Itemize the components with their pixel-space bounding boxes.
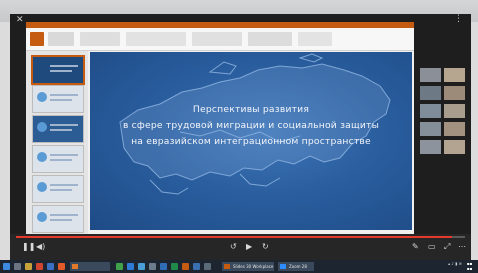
slide-title-line-2: в сфере трудовой миграции и социальной з… — [122, 120, 380, 131]
progress-fill — [16, 236, 452, 238]
participant-video[interactable] — [420, 140, 441, 154]
app-icon[interactable] — [193, 263, 200, 270]
windows-start-icon[interactable] — [3, 263, 10, 270]
slides-group[interactable] — [80, 32, 120, 46]
app-icon[interactable] — [127, 263, 134, 270]
participant-video[interactable] — [444, 122, 465, 136]
rewind-icon[interactable]: ↺ — [230, 243, 237, 251]
taskbar-window-label: Slides 30 Workplace — [233, 264, 274, 269]
screen: ✕ ⋮ Перспективы развития в сфере трудово… — [0, 0, 478, 273]
more-options-icon[interactable]: ⋮ — [454, 15, 463, 24]
app-icon[interactable] — [47, 263, 54, 270]
excel-icon[interactable] — [171, 263, 178, 270]
paste-icon[interactable] — [30, 32, 44, 46]
clock[interactable]: ▪▪ ▪▪ — [463, 261, 476, 271]
slide-thumbnail[interactable] — [32, 115, 84, 143]
taskbar-window-label: Zoom 28 — [289, 264, 307, 269]
app-icon[interactable] — [138, 263, 145, 270]
powerpoint-window: Перспективы развития в сфере трудовой ми… — [26, 22, 414, 234]
slide-thumbnail[interactable] — [31, 55, 85, 85]
forward-icon[interactable]: ↻ — [262, 243, 269, 251]
participant-video[interactable] — [420, 104, 441, 118]
drawing-group[interactable] — [248, 32, 292, 46]
participant-video[interactable] — [444, 140, 465, 154]
more-icon[interactable]: ⋯ — [458, 243, 466, 251]
slide-thumbnail[interactable] — [32, 205, 84, 233]
app-icon[interactable] — [36, 263, 43, 270]
app-icon[interactable] — [149, 263, 156, 270]
system-tray[interactable]: ▴ ♪ ▮ ≋ — [448, 262, 462, 266]
taskbar-window-powerpoint[interactable]: Slides 30 Workplace — [222, 262, 274, 271]
slide-thumbnail[interactable] — [32, 85, 84, 113]
participant-video[interactable] — [444, 86, 465, 100]
subtitles-icon[interactable]: ▭ — [428, 243, 436, 251]
close-icon[interactable]: ✕ — [16, 16, 24, 25]
slide-thumbnail[interactable] — [32, 175, 84, 203]
play-pause-icon[interactable]: ❚❚ — [22, 243, 35, 251]
slide-thumbnail[interactable] — [32, 145, 84, 173]
file-explorer-icon[interactable] — [25, 263, 32, 270]
chrome-icon[interactable] — [116, 263, 123, 270]
font-group[interactable] — [126, 32, 186, 46]
participant-video[interactable] — [444, 104, 465, 118]
app-icon[interactable] — [204, 263, 211, 270]
play-icon[interactable]: ▶ — [246, 243, 252, 251]
participant-video[interactable] — [444, 68, 465, 82]
paragraph-group[interactable] — [192, 32, 242, 46]
clipboard-group[interactable] — [48, 32, 74, 46]
participant-video[interactable] — [420, 86, 441, 100]
app-icon[interactable] — [58, 263, 65, 270]
editing-group[interactable] — [298, 32, 332, 46]
participant-video[interactable] — [420, 68, 441, 82]
player-controls-bar: ❚❚ ◀) ↺ ▶ ↻ ✎ ▭ ⤢ ⋯ — [10, 234, 471, 260]
powerpoint-icon[interactable] — [182, 263, 189, 270]
slide-thumbnails-panel[interactable] — [26, 51, 88, 234]
taskbar-window-zoom[interactable]: Zoom 28 — [278, 262, 314, 271]
taskbar: Slides 30 Workplace Zoom 28 ▴ ♪ ▮ ≋ ▪▪ ▪▪ — [0, 260, 478, 273]
word-icon[interactable] — [160, 263, 167, 270]
slide-title-line-3: на евразийском интеграционном пространст… — [131, 136, 371, 147]
search-icon[interactable] — [14, 263, 21, 270]
slide-canvas[interactable]: Перспективы развития в сфере трудовой ми… — [90, 52, 412, 230]
taskbar-window[interactable] — [70, 262, 110, 271]
ppt-ribbon — [26, 28, 414, 51]
slide-title-line-1: Перспективы развития — [192, 104, 310, 115]
participant-video-grid[interactable] — [420, 68, 466, 170]
participant-video[interactable] — [420, 122, 441, 136]
volume-icon[interactable]: ◀) — [36, 243, 45, 251]
progress-track[interactable] — [16, 236, 465, 238]
fullscreen-icon[interactable]: ⤢ — [444, 243, 450, 251]
annotate-icon[interactable]: ✎ — [412, 243, 419, 251]
